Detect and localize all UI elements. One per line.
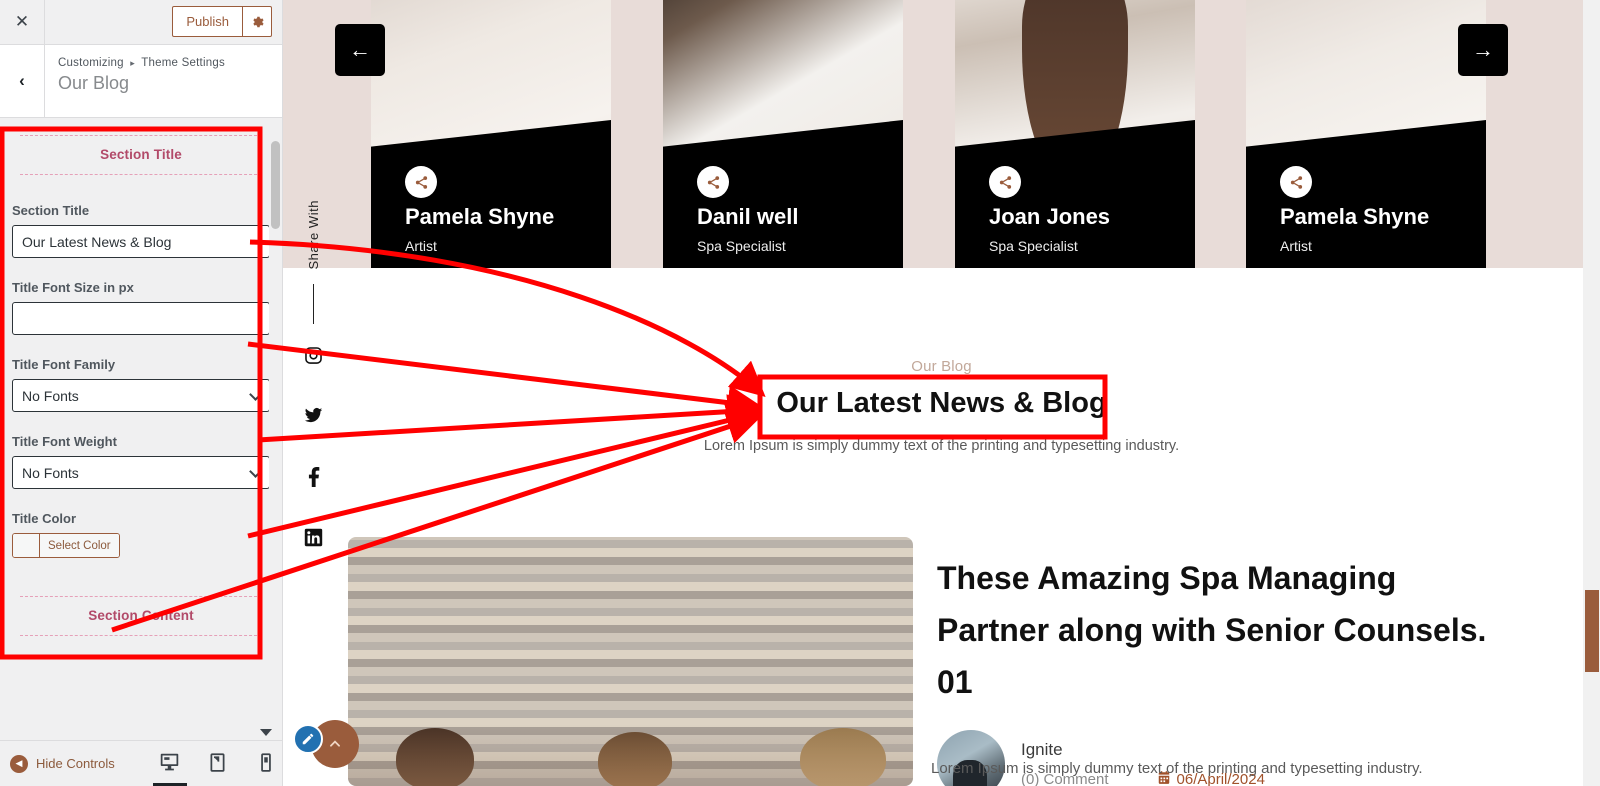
page-title: Our Blog xyxy=(58,73,130,93)
theme-preview-frame: ← → Pamela Shyne Artist Danil well Spa S… xyxy=(283,0,1600,786)
customizer-controls-scroll[interactable]: Section Title Section Title Title Font S… xyxy=(0,119,282,732)
post-thumbnail-figure xyxy=(598,732,672,786)
arrow-left-icon: ← xyxy=(349,37,371,62)
section-title-group: Section Title Section Title Title Font S… xyxy=(0,119,282,562)
post-author: Ignite xyxy=(1021,739,1063,759)
control-label: Title Font Family xyxy=(12,357,116,372)
control-title-font-weight: Title Font Weight No Fonts xyxy=(12,434,270,489)
title-font-weight-select[interactable]: No Fonts xyxy=(12,456,270,489)
share-icon[interactable] xyxy=(697,166,729,198)
blog-section-header: Our Blog Our Latest News & Blog Lorem Ip… xyxy=(283,358,1600,454)
customizer-header: ✕ Publish xyxy=(0,0,282,45)
instagram-icon[interactable] xyxy=(304,346,323,370)
post-thumbnail-figure xyxy=(396,728,474,786)
post-thumbnail-figure xyxy=(800,728,886,786)
share-rail-label: Share With xyxy=(305,200,321,270)
app-screen: ← → Pamela Shyne Artist Danil well Spa S… xyxy=(0,0,1600,786)
team-card[interactable]: Danil well Spa Specialist xyxy=(663,0,903,268)
breadcrumb-parent[interactable]: Theme Settings xyxy=(141,57,225,69)
back-button[interactable]: ‹ xyxy=(0,45,45,117)
post-thumbnail[interactable] xyxy=(348,537,913,786)
title-font-size-input[interactable] xyxy=(12,302,270,335)
mobile-icon[interactable] xyxy=(251,750,281,778)
share-rail-divider xyxy=(312,283,314,324)
team-carousel: ← → Pamela Shyne Artist Danil well Spa S… xyxy=(283,0,1600,268)
section-title-input[interactable] xyxy=(12,225,270,258)
customizer-scrollbar[interactable] xyxy=(269,119,282,732)
arrow-right-icon: → xyxy=(1472,37,1494,62)
carousel-prev-button[interactable]: ← xyxy=(335,24,385,76)
color-swatch xyxy=(13,534,40,557)
collapse-icon: ◀ xyxy=(10,754,28,773)
author-avatar xyxy=(937,730,1005,786)
team-member-name: Joan Jones xyxy=(989,204,1111,229)
control-label: Title Font Weight xyxy=(12,434,117,449)
control-label: Title Color xyxy=(12,511,77,526)
preview-scrollbar-thumb[interactable] xyxy=(1585,590,1599,672)
gear-icon[interactable] xyxy=(243,6,272,37)
share-icon[interactable] xyxy=(1280,166,1312,198)
chevron-right-icon: ▸ xyxy=(130,58,135,68)
team-card[interactable]: Pamela Shyne Artist xyxy=(1246,0,1486,268)
team-member-name: Danil well xyxy=(697,204,799,229)
publish-group: Publish xyxy=(172,6,272,37)
pencil-icon[interactable] xyxy=(293,724,323,754)
close-icon[interactable]: ✕ xyxy=(0,0,45,44)
carousel-next-button[interactable]: → xyxy=(1458,24,1508,76)
twitter-icon[interactable] xyxy=(303,406,324,430)
select-color-button[interactable]: Select Color xyxy=(40,534,119,557)
customizer-scrollbar-thumb[interactable] xyxy=(271,141,280,229)
device-preview-switcher xyxy=(155,750,281,778)
breadcrumb: Customizing ▸ Theme Settings xyxy=(58,57,225,69)
publish-button[interactable]: Publish xyxy=(172,6,243,37)
control-title-color: Title Color Select Color xyxy=(12,511,270,562)
control-title-font-size: Title Font Size in px xyxy=(12,280,270,335)
tablet-icon[interactable] xyxy=(203,750,233,778)
customizer-footer: ◀ Hide Controls xyxy=(0,740,282,786)
control-title-font-family: Title Font Family No Fonts xyxy=(12,357,270,412)
hide-controls-button[interactable]: ◀ Hide Controls xyxy=(0,754,115,773)
blog-eyebrow: Our Blog xyxy=(911,358,972,375)
preview-scrollbar[interactable] xyxy=(1583,0,1600,786)
blog-section-title: Our Latest News & Blog xyxy=(776,387,1107,419)
breadcrumb-root[interactable]: Customizing xyxy=(58,57,124,69)
section-heading-label: Section Content xyxy=(88,608,194,623)
section-heading-section-title: Section Title xyxy=(12,119,270,181)
team-member-role: Spa Specialist xyxy=(697,238,786,254)
section-content-group: Section Content xyxy=(0,562,282,642)
share-icon[interactable] xyxy=(405,166,437,198)
section-heading-section-content: Section Content xyxy=(12,562,270,642)
customizer-sidebar: ✕ Publish ‹ Customizing ▸ Theme Settings… xyxy=(0,0,283,786)
team-card[interactable]: Joan Jones Spa Specialist xyxy=(955,0,1195,268)
title-font-family-select[interactable]: No Fonts xyxy=(12,379,270,412)
desktop-icon[interactable] xyxy=(155,750,185,778)
social-share-rail: Share With xyxy=(288,200,338,588)
team-card[interactable]: Pamela Shyne Artist xyxy=(371,0,611,268)
facebook-icon[interactable] xyxy=(307,466,320,492)
team-member-role: Spa Specialist xyxy=(989,238,1078,254)
team-member-role: Artist xyxy=(1280,238,1312,254)
chevron-down-icon[interactable] xyxy=(260,729,272,736)
blog-section-subtitle: Lorem Ipsum is simply dummy text of the … xyxy=(703,438,1180,454)
title-color-picker[interactable]: Select Color xyxy=(12,533,120,558)
team-member-name: Pamela Shyne xyxy=(405,204,555,229)
hide-controls-label: Hide Controls xyxy=(36,756,115,771)
linkedin-icon[interactable] xyxy=(304,528,323,552)
control-label: Title Font Size in px xyxy=(12,280,134,295)
control-label: Section Title xyxy=(12,203,90,218)
section-heading-label: Section Title xyxy=(100,147,182,162)
team-member-name: Pamela Shyne xyxy=(1280,204,1430,229)
post-title[interactable]: These Amazing Spa Managing Partner along… xyxy=(937,553,1497,708)
post-meta: Ignite (0) Comment 06/April/2024 xyxy=(937,730,1497,786)
blog-post: These Amazing Spa Managing Partner along… xyxy=(348,537,1600,786)
post-body: These Amazing Spa Managing Partner along… xyxy=(937,537,1497,786)
control-section-title: Section Title xyxy=(12,203,270,258)
share-icon[interactable] xyxy=(989,166,1021,198)
team-member-role: Artist xyxy=(405,238,437,254)
customizer-panel-header: ‹ Customizing ▸ Theme Settings Our Blog xyxy=(0,45,282,118)
post-excerpt: Lorem Ipsum is simply dummy text of the … xyxy=(931,760,1423,777)
